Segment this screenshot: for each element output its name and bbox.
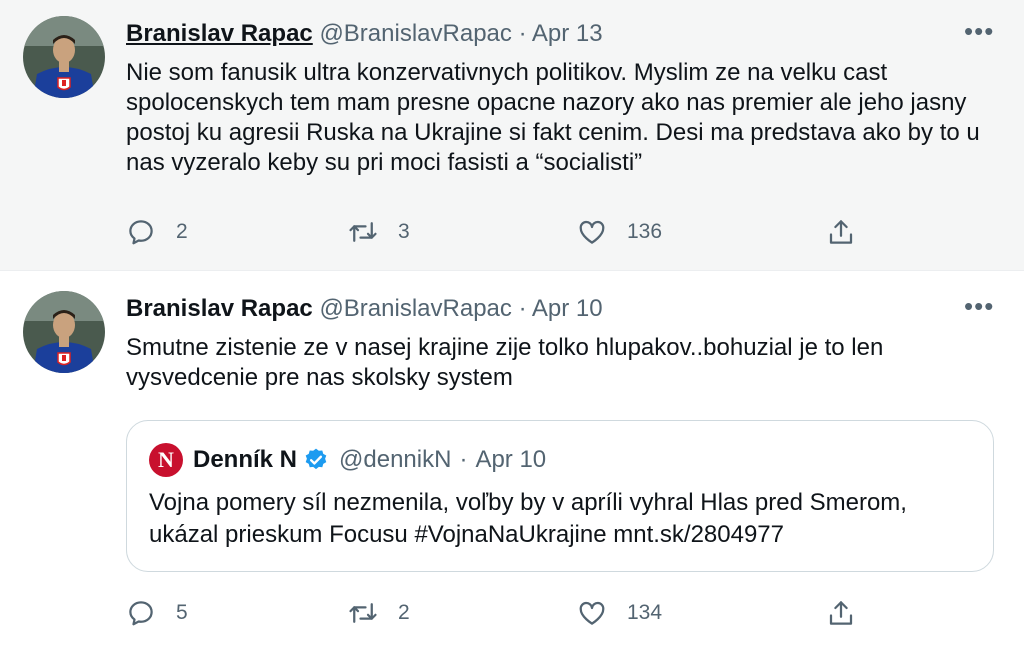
separator: · xyxy=(459,446,468,473)
author-handle[interactable]: @BranislavRapac xyxy=(319,20,511,47)
reply-count: 2 xyxy=(176,220,188,243)
retweet-count: 2 xyxy=(398,601,410,624)
retweet-button[interactable]: 3 xyxy=(348,214,410,250)
retweet-count: 3 xyxy=(398,220,410,243)
reply-button[interactable]: 2 xyxy=(126,214,188,250)
retweet-icon xyxy=(349,222,377,242)
tweet-date[interactable]: Apr 13 xyxy=(532,20,603,47)
quote-text: Vojna pomery síl nezmenila, voľby by v a… xyxy=(149,489,907,548)
dennik-n-logo[interactable]: N xyxy=(149,443,183,477)
tweet-header: Branislav Rapac @BranislavRapac · Apr 13 xyxy=(126,17,603,51)
like-button[interactable]: 136 xyxy=(577,214,662,250)
quoted-tweet[interactable]: N Denník N @dennikN · Apr 10 Vojna pomer… xyxy=(126,420,994,572)
reply-button[interactable]: 5 xyxy=(126,595,188,631)
like-count: 134 xyxy=(627,601,663,624)
retweet-button[interactable]: 2 xyxy=(348,595,410,631)
quote-header: N Denník N @dennikN · Apr 10 xyxy=(149,443,546,477)
tweet-header: Branislav Rapac @BranislavRapac · Apr 10 xyxy=(126,292,603,326)
share-button[interactable] xyxy=(826,214,856,250)
tweet-text: Nie som fanusik ultra konzervativnych po… xyxy=(126,59,980,176)
reply-icon xyxy=(129,601,153,626)
more-options-icon[interactable]: ••• xyxy=(964,18,994,52)
separator: · xyxy=(518,20,527,47)
author-name[interactable]: Branislav Rapac xyxy=(126,295,313,322)
reply-icon xyxy=(129,220,153,245)
tweet-2[interactable]: Branislav Rapac @BranislavRapac · Apr 10… xyxy=(0,270,1024,653)
author-handle[interactable]: @BranislavRapac xyxy=(319,295,511,322)
quote-author-name[interactable]: Denník N xyxy=(193,446,297,474)
avatar[interactable] xyxy=(23,291,105,373)
reply-count: 5 xyxy=(176,601,188,624)
like-icon xyxy=(579,220,605,244)
tweet-1[interactable]: Branislav Rapac @BranislavRapac · Apr 13… xyxy=(0,0,1024,270)
retweet-icon xyxy=(349,603,377,623)
separator: · xyxy=(518,295,527,322)
tweet-text: Smutne zistenie ze v nasej krajine zije … xyxy=(126,334,884,391)
share-icon xyxy=(829,220,853,244)
like-button[interactable]: 134 xyxy=(577,595,662,631)
tweet-date[interactable]: Apr 10 xyxy=(532,295,603,322)
verified-badge-icon xyxy=(305,448,327,470)
like-icon xyxy=(579,601,605,625)
like-count: 136 xyxy=(627,220,663,243)
avatar[interactable] xyxy=(23,16,105,98)
quote-author-handle[interactable]: @dennikN xyxy=(339,446,451,474)
tweet-actions: 2 3 136 xyxy=(126,214,866,250)
share-button[interactable] xyxy=(826,595,856,631)
more-options-icon[interactable]: ••• xyxy=(964,293,994,327)
quote-date[interactable]: Apr 10 xyxy=(475,446,546,474)
share-icon xyxy=(829,601,853,625)
tweet-actions: 5 2 134 xyxy=(126,595,866,631)
author-name[interactable]: Branislav Rapac xyxy=(126,20,313,47)
